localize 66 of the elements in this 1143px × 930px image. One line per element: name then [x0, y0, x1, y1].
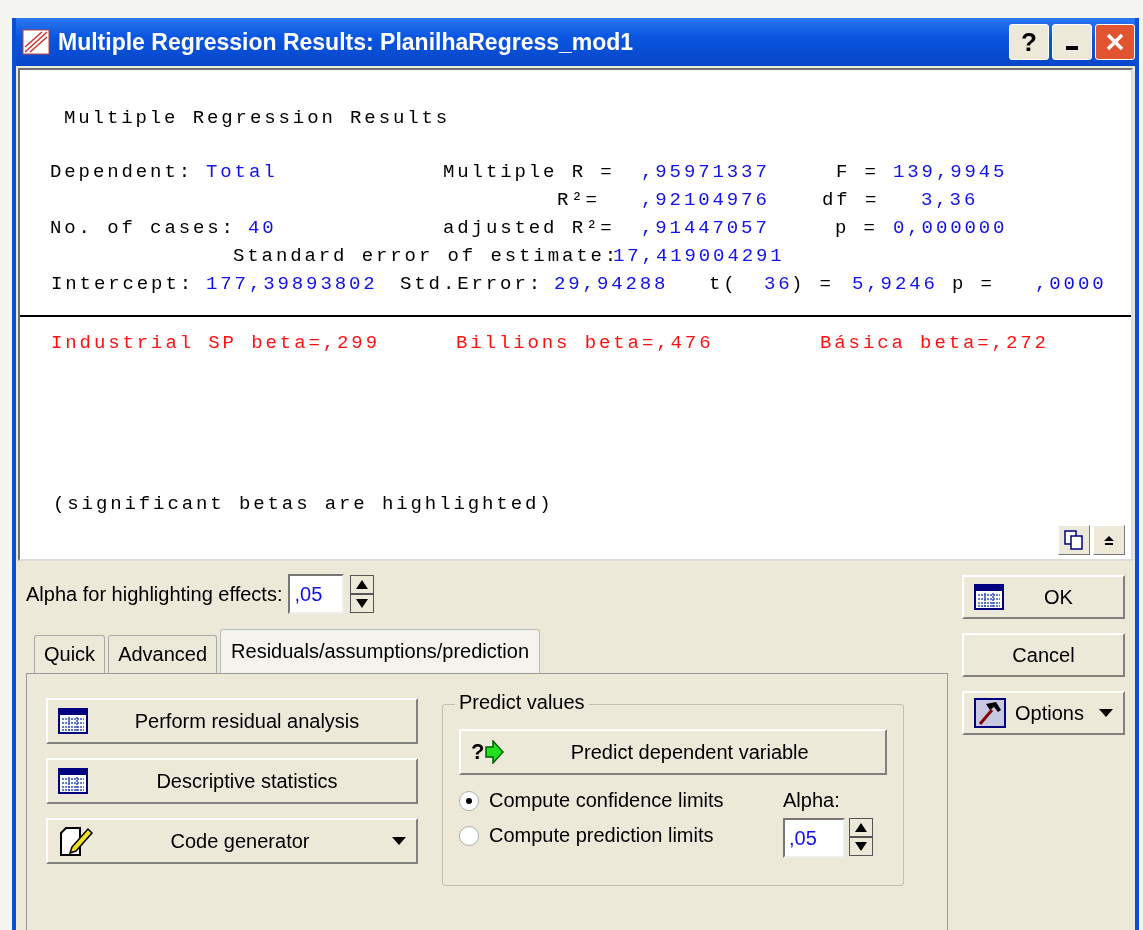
spin-buttons[interactable] [849, 818, 873, 858]
alpha-field[interactable]: ,05 [288, 574, 345, 614]
predict-button[interactable]: ? Predict dependent variable [459, 729, 887, 775]
result-value: 139,9945 [893, 161, 1008, 183]
result-label: No. of cases: [50, 217, 236, 239]
tab[interactable]: Advanced [108, 635, 218, 673]
result-value: Total [206, 161, 278, 183]
result-label: Std.Error: [400, 273, 544, 295]
result-label: p = [952, 273, 995, 295]
result-value: 0,000000 [893, 217, 1008, 239]
action-button[interactable]: Perform residual analysis [46, 698, 418, 744]
window-title: Multiple Regression Results: PlanilhaRegress_mod1 [58, 28, 635, 56]
result-label: Dependent: [50, 161, 194, 183]
result-value: 177,39893802 [206, 273, 378, 295]
arrow-icon [484, 740, 505, 764]
copy-icon [1063, 529, 1085, 551]
result-value: ,0000 [1035, 273, 1107, 295]
copy-button[interactable] [1058, 525, 1090, 555]
minimize-icon [1066, 46, 1078, 50]
tab[interactable]: Quick [34, 635, 106, 673]
scroll-top-button[interactable] [1093, 525, 1125, 555]
radio-option[interactable]: Compute prediction limits [459, 824, 783, 847]
hammer-icon [974, 698, 1006, 728]
result-label: Intercept: [51, 273, 195, 295]
notepad-pencil-icon [58, 825, 94, 857]
chart-icon [22, 29, 50, 55]
help-button[interactable]: ? [1009, 24, 1049, 60]
close-button[interactable] [1095, 24, 1135, 60]
result-value: 36 [764, 273, 793, 295]
alpha-field[interactable]: ,05 [783, 818, 845, 858]
spin-buttons[interactable] [350, 575, 375, 613]
tab[interactable]: Residuals/assumptions/prediction [220, 629, 541, 673]
result-label: Multiple R = [443, 161, 615, 183]
dialog-button[interactable]: OK [962, 575, 1125, 619]
minimize-button[interactable] [1052, 24, 1092, 60]
result-label: p = [835, 217, 878, 239]
result-value: 5,9246 [852, 273, 938, 295]
result-label: F = [836, 161, 879, 183]
table-icon [58, 708, 88, 734]
scroll-top-icon [1103, 534, 1115, 546]
result-label: R²= [557, 189, 600, 211]
result-value: 40 [248, 217, 277, 239]
result-value: ,91447057 [641, 217, 770, 239]
beta-coefficient: Básica beta=,272 [820, 332, 1049, 354]
dialog-button[interactable]: Options [962, 691, 1125, 735]
result-value: ,95971337 [641, 161, 770, 183]
beta-coefficient: Industrial SP beta=,299 [51, 332, 380, 354]
note-text: (significant betas are highlighted) [53, 493, 554, 515]
result-label: t( [709, 273, 738, 295]
result-value: 3,36 [921, 189, 979, 211]
result-label: ) = [791, 273, 834, 295]
close-icon [1105, 32, 1125, 52]
alpha-label: Alpha: [783, 789, 841, 812]
alpha-label: Alpha for highlighting effects: [26, 582, 283, 606]
action-button[interactable]: Code generator [46, 818, 418, 864]
action-button[interactable]: Descriptive statistics [46, 758, 418, 804]
result-label: adjusted R²= [443, 217, 615, 239]
result-label: df = [822, 189, 880, 211]
dialog-button[interactable]: Cancel [962, 633, 1125, 677]
table-icon [58, 768, 88, 794]
result-value: ,92104976 [641, 189, 770, 211]
radio-option[interactable]: Compute confidence limits [459, 789, 783, 812]
table-icon [974, 584, 1004, 610]
result-value: 29,94288 [554, 273, 669, 295]
beta-coefficient: Billions beta=,476 [456, 332, 714, 354]
result-label: Multiple Regression Results [64, 107, 451, 129]
